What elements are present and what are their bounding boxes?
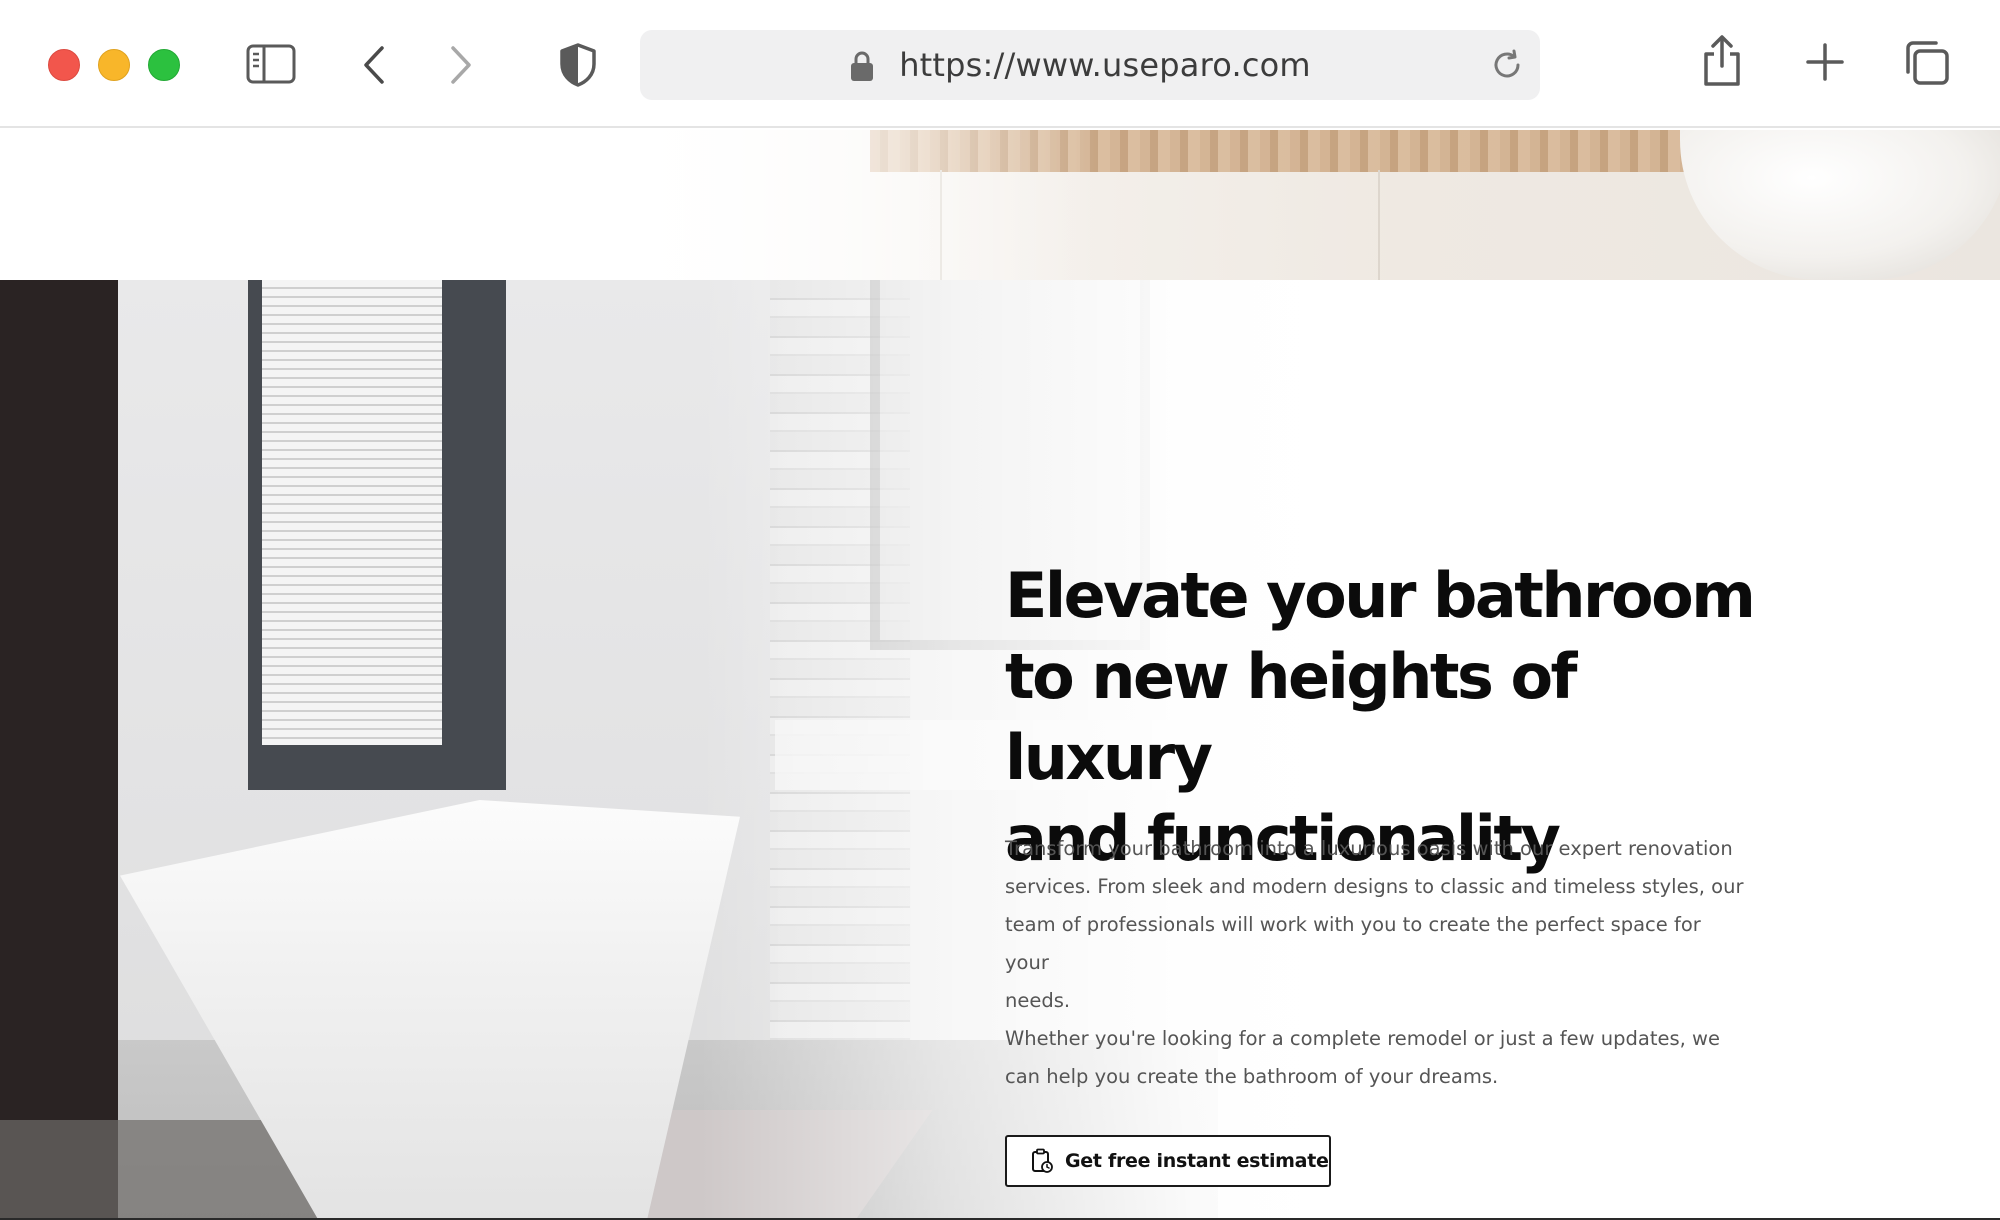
privacy-shield-icon[interactable] [558,42,598,88]
new-tab-icon[interactable] [1805,42,1845,82]
hero-heading-line: to new heights of luxury [1005,640,1578,794]
share-icon[interactable] [1700,34,1744,88]
previous-section-image [0,130,2000,280]
forward-icon[interactable] [445,44,475,86]
paragraph-line: services. From sleek and modern designs … [1005,875,1744,898]
window-minimize-button[interactable] [98,49,130,81]
image-fade-overlay [600,130,1100,280]
hero-image-blinds [262,280,442,745]
address-bar[interactable]: https://www.useparo.com [640,30,1540,100]
sink-image-detail [1680,130,2000,280]
window-maximize-button[interactable] [148,49,180,81]
web-page: Elevate your bathroom to new heights of … [0,130,2000,1220]
paragraph-line: Transform your bathroom into a luxurious… [1005,837,1733,860]
hero-heading-line: Elevate your bathroom [1005,559,1756,632]
url-text[interactable]: https://www.useparo.com [899,46,1311,84]
paragraph-line: can help you create the bathroom of your… [1005,1065,1499,1088]
browser-toolbar: https://www.useparo.com [0,0,2000,128]
paragraph-line: Whether you're looking for a complete re… [1005,1027,1720,1050]
clipboard-clock-icon [1032,1148,1053,1173]
hero-secondary-paragraph: Whether you're looking for a complete re… [1005,1020,1745,1096]
hero-description-paragraph: Transform your bathroom into a luxurious… [1005,830,1745,1020]
paragraph-line: needs. [1005,989,1071,1012]
lock-icon [850,50,874,87]
window-close-button[interactable] [48,49,80,81]
reload-icon[interactable] [1490,48,1524,87]
sidebar-toggle-icon[interactable] [246,44,296,84]
paragraph-line: team of professionals will work with you… [1005,913,1701,974]
get-estimate-button[interactable]: Get free instant estimate [1005,1135,1331,1187]
back-icon[interactable] [360,44,390,86]
hero-image-dark-panel [0,280,118,1220]
tab-overview-icon[interactable] [1904,40,1950,86]
get-estimate-button-label: Get free instant estimate [1065,1150,1329,1172]
